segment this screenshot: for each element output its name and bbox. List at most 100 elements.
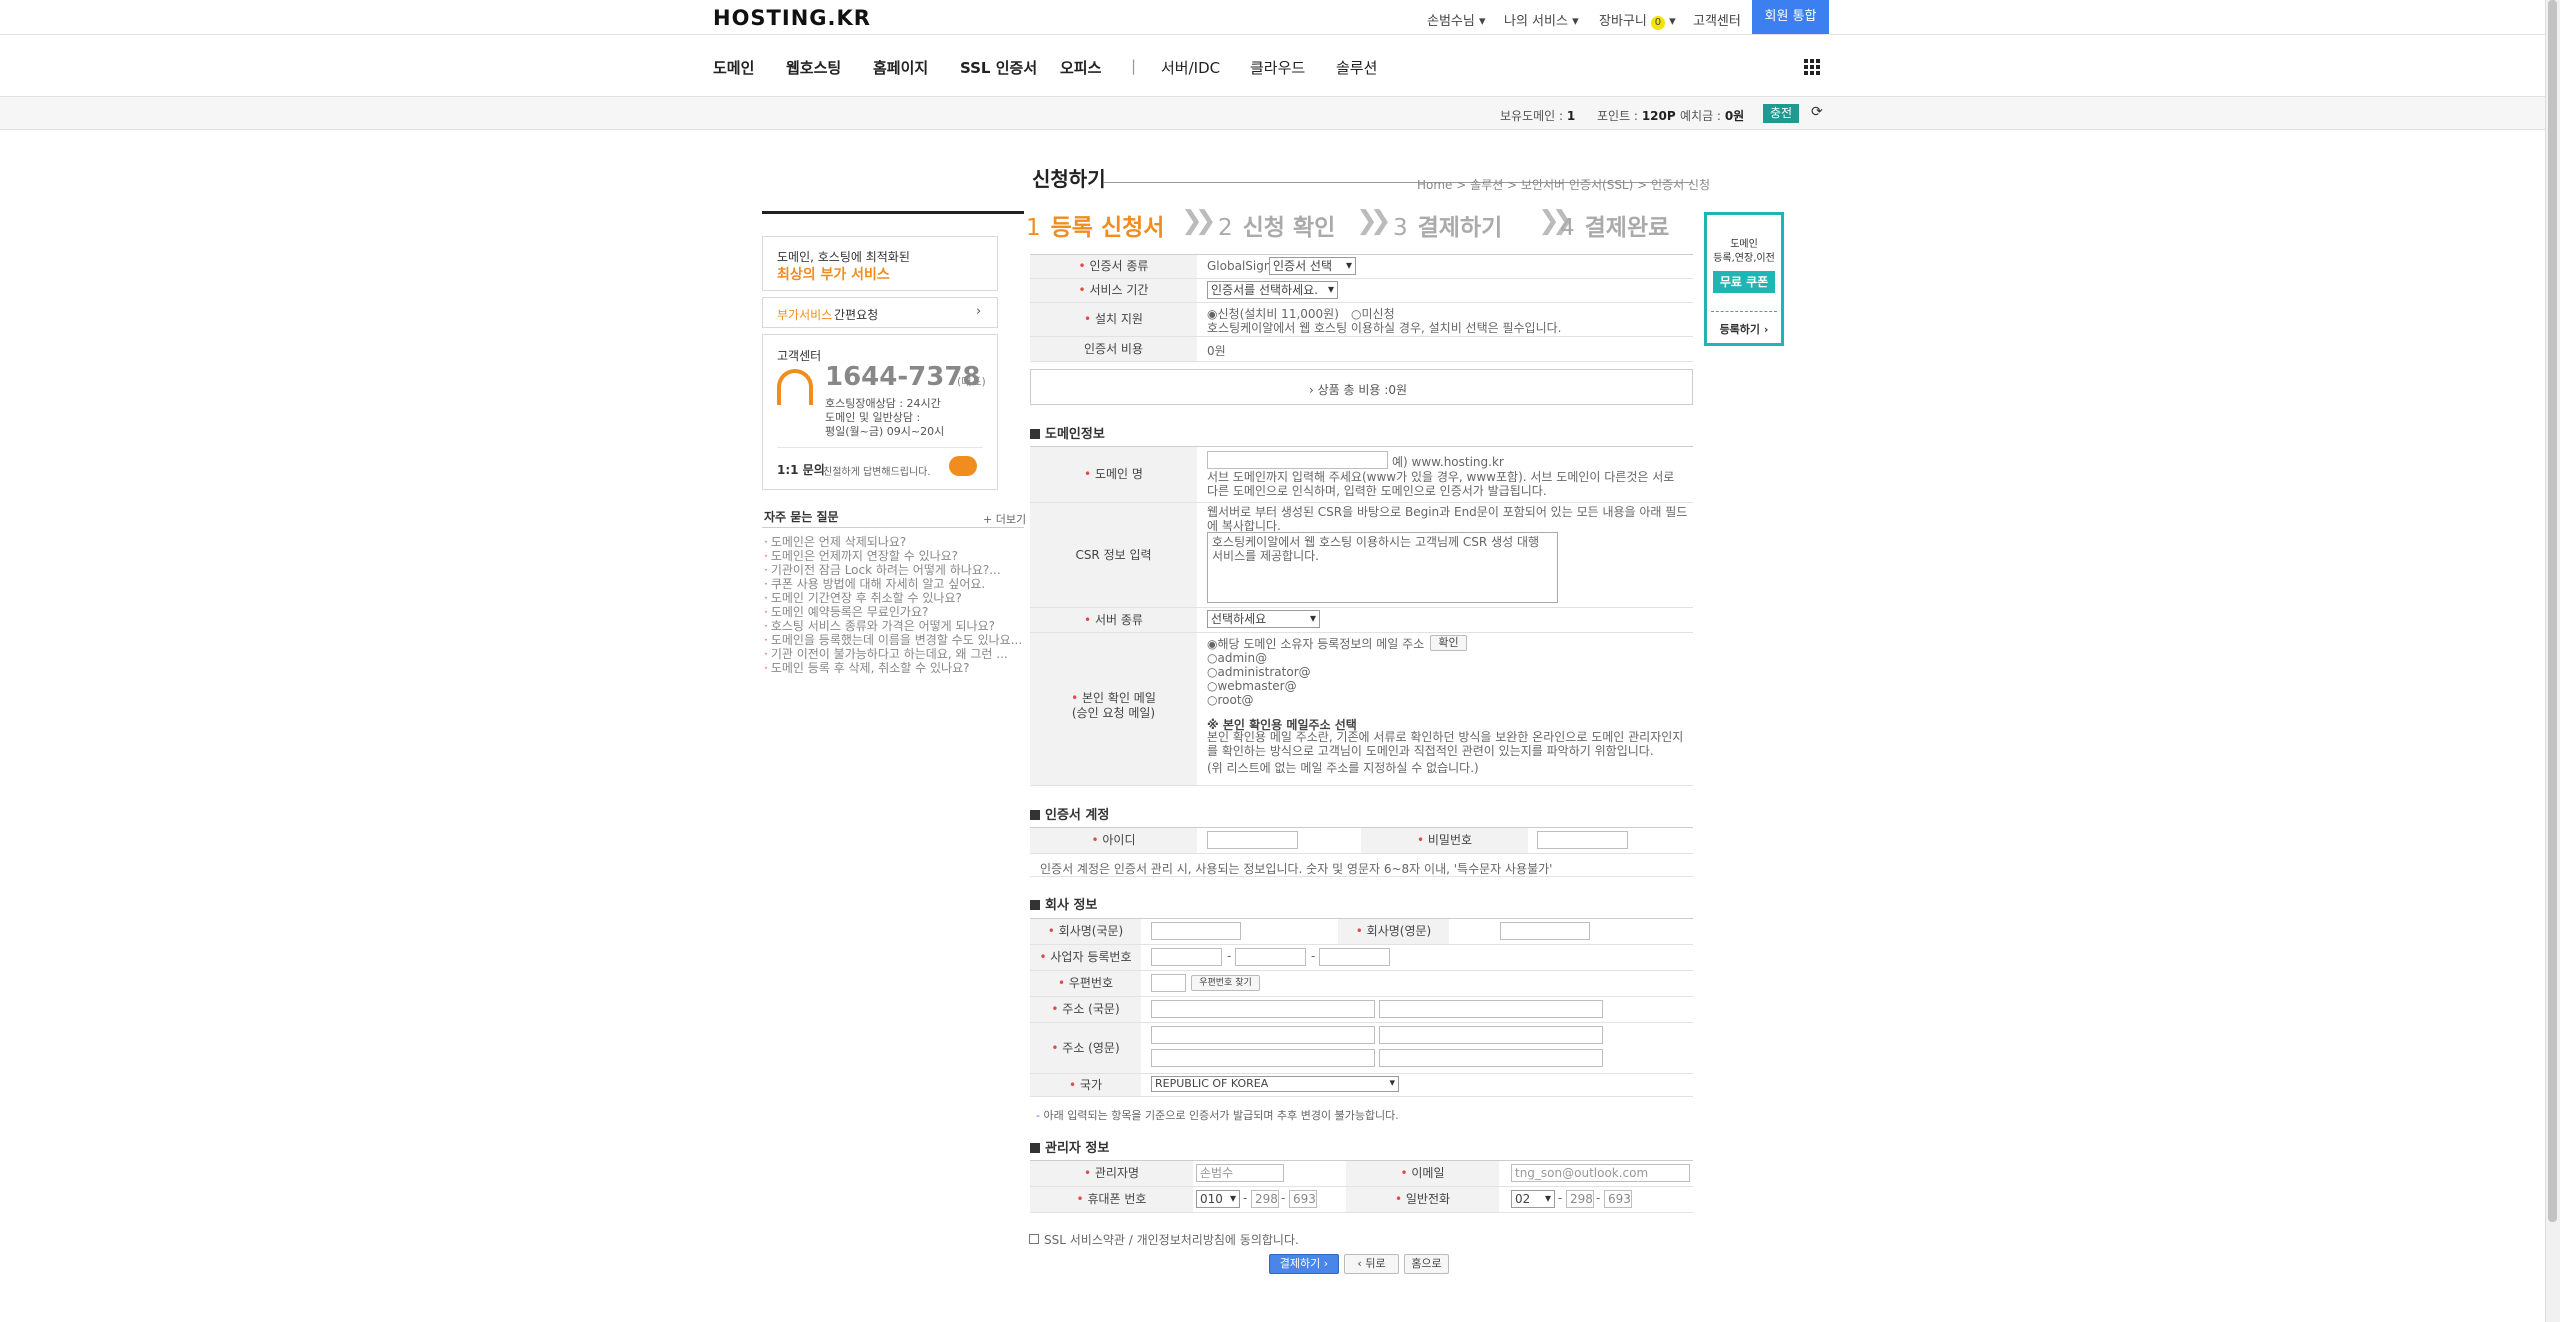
radio-icon[interactable]: ○ [1207,665,1217,679]
nav-solution[interactable]: 솔루션 [1336,57,1377,78]
company-kr-label: 회사명(국문) [1030,919,1141,944]
points: 포인트 : 120P [1597,109,1676,123]
coupon-banner[interactable]: 도메인 등록,연장,이전 무료 쿠폰 등록하기 › [1704,212,1784,346]
company-kr-input[interactable] [1151,922,1241,940]
nav-server-idc[interactable]: 서버/IDC [1161,57,1220,78]
promo-box[interactable]: 도메인, 호스팅에 최적화된 최상의 부가 서비스 [762,236,998,291]
phone-last-input[interactable]: 693 [1604,1190,1632,1208]
step-arrow-icon: ❯❯ [1181,206,1216,236]
row-rule [1030,1212,1693,1213]
phone-prefix-select[interactable]: 02 [1511,1190,1555,1208]
domain-input[interactable] [1207,451,1388,469]
chat-bubble-icon[interactable] [949,456,977,476]
cart-link[interactable]: 장바구니 0 ▾ [1599,10,1676,30]
email-option[interactable]: ○root@ [1207,693,1254,707]
pay-button[interactable]: 결제하기 › [1269,1254,1339,1274]
id-label: 아이디 [1030,828,1197,853]
faq-item[interactable]: 도메인 등록 후 삭제, 취소할 수 있나요? [764,659,970,676]
inquiry-desc: 친절하게 답변해드립니다. [823,467,931,478]
radio-icon[interactable]: ◉ [1207,637,1217,651]
radio-icon[interactable]: ○ [1207,651,1217,665]
pw-input[interactable] [1537,831,1628,849]
deposit: 예치금 : 0원 [1680,109,1745,123]
id-input[interactable] [1207,831,1298,849]
nav-cloud[interactable]: 클라우드 [1250,57,1305,78]
logo[interactable]: HOSTING.KR [713,6,871,30]
period-select[interactable]: 인증서를 선택하세요. [1207,281,1338,299]
email-check-button[interactable]: 확인 [1430,635,1467,651]
phone-mid-input[interactable]: 298 [1566,1190,1594,1208]
zip-search-button[interactable]: 우편번호 찾기 [1191,975,1260,991]
mobile-mid-input[interactable]: 298 [1251,1190,1279,1208]
breadcrumb: Home > 솔루션 > 보안서버 인증서(SSL) > 인증서 신청 [1417,178,1711,192]
dash: - [1311,949,1316,963]
admin-name-input[interactable]: 손범수 [1196,1164,1284,1182]
faq-more-link[interactable]: + 더보기 [983,511,1026,527]
inquiry-title[interactable]: 1:1 문의 [777,461,825,478]
mobile-last-input[interactable]: 693 [1289,1190,1317,1208]
company-en-input[interactable] [1500,922,1590,940]
csr-textarea[interactable]: 호스팅케이알에서 웹 호스팅 이용하시는 고객님께 CSR 생성 대행 서비스를… [1207,532,1558,603]
admin-name-label: 관리자명 [1030,1161,1193,1186]
biz-no-input-1[interactable] [1151,948,1222,966]
scrollbar-thumb[interactable] [2548,0,2557,1222]
customer-center-link[interactable]: 고객센터 [1693,10,1741,29]
email-note-2: (위 리스트에 없는 메일 주소를 지정하실 수 없습니다.) [1207,761,1479,775]
page-title: 신청하기 [1032,167,1106,191]
country-select[interactable]: REPUBLIC OF KOREA [1151,1076,1399,1092]
addr-en-input-3[interactable] [1151,1049,1375,1067]
mobile-prefix-select[interactable]: 010 [1196,1190,1240,1208]
addon-quote-box[interactable]: 부가서비스 간편요청 › [762,297,998,328]
period-label: 서비스 기간 [1030,279,1197,302]
biz-no-input-3[interactable] [1319,948,1390,966]
addr-kr-input-2[interactable] [1379,1000,1603,1018]
addr-en-input-2[interactable] [1379,1026,1603,1044]
email-note-1: 본인 확인용 메일 주소란, 기존에 서류로 확인하던 방식을 보완한 온라인으… [1207,730,1684,758]
email-option[interactable]: ○webmaster@ [1207,679,1297,693]
back-button[interactable]: ‹ 뒤로 [1344,1254,1399,1274]
csr-note: 웹서버로 부터 생성된 CSR을 바탕으로 Begin과 End문이 포함되어 … [1207,505,1688,533]
email-option[interactable]: ○admin@ [1207,651,1267,665]
agree-checkbox[interactable] [1029,1234,1039,1244]
nav-ssl[interactable]: SSL 인증서 [960,57,1037,78]
domain-label: 도메인 명 [1030,447,1197,502]
top-bar [0,0,2545,35]
coupon-line2: 등록,연장,이전 [1713,253,1775,264]
coupon-register[interactable]: 등록하기 › [1707,321,1781,337]
cert-type-select[interactable]: 인증서 선택 [1269,257,1356,275]
addr-en-input-4[interactable] [1379,1049,1603,1067]
step-4: 4 결제완료 [1560,215,1670,241]
chevron-right-icon: › [976,304,982,319]
addr-en-input-1[interactable] [1151,1026,1375,1044]
biz-no-input-2[interactable] [1235,948,1306,966]
zip-input[interactable] [1151,974,1186,992]
cs-divider [777,447,983,448]
radio-icon[interactable]: ○ [1207,679,1217,693]
nav-office[interactable]: 오피스 [1060,57,1101,78]
user-menu[interactable]: 손범수님 ▾ [1427,10,1486,29]
admin-email-input[interactable]: tng_son@outlook.com [1511,1164,1690,1182]
addr-kr-label: 주소 (국문) [1030,997,1141,1022]
join-button[interactable]: 회원 통합 [1752,0,1829,34]
home-button[interactable]: 홈으로 [1404,1254,1449,1274]
refresh-icon[interactable]: ⟳ [1811,104,1823,120]
cs-line3: 평일(월~금) 09시~20시 [825,425,945,438]
nav-domain[interactable]: 도메인 [713,57,754,78]
account-section-title: 인증서 계정 [1030,804,1109,823]
radio-icon[interactable]: ○ [1207,693,1217,707]
my-services-menu[interactable]: 나의 서비스 ▾ [1504,10,1579,29]
company-en-label: 회사명(영문) [1338,919,1449,944]
total-text: › 상품 총 비용 :0원 [1309,383,1407,397]
nav-homepage[interactable]: 홈페이지 [873,57,928,78]
nav-divider: | [1131,57,1137,75]
quote-suffix: 간편요청 [834,308,879,322]
nav-webhosting[interactable]: 웹호스팅 [786,57,841,78]
charge-button[interactable]: 충전 [1763,104,1799,123]
all-menu-grid-icon[interactable] [1804,59,1820,75]
server-select[interactable]: 선택하세요 [1207,610,1320,628]
email-option[interactable]: ○administrator@ [1207,665,1311,679]
agree-label: SSL 서비스약관 / 개인정보처리방침에 동의합니다. [1044,1233,1299,1247]
cs-title: 고객센터 [777,349,822,363]
addr-kr-input-1[interactable] [1151,1000,1375,1018]
email-option[interactable]: ◉해당 도메인 소유자 등록정보의 메일 주소 [1207,635,1424,652]
